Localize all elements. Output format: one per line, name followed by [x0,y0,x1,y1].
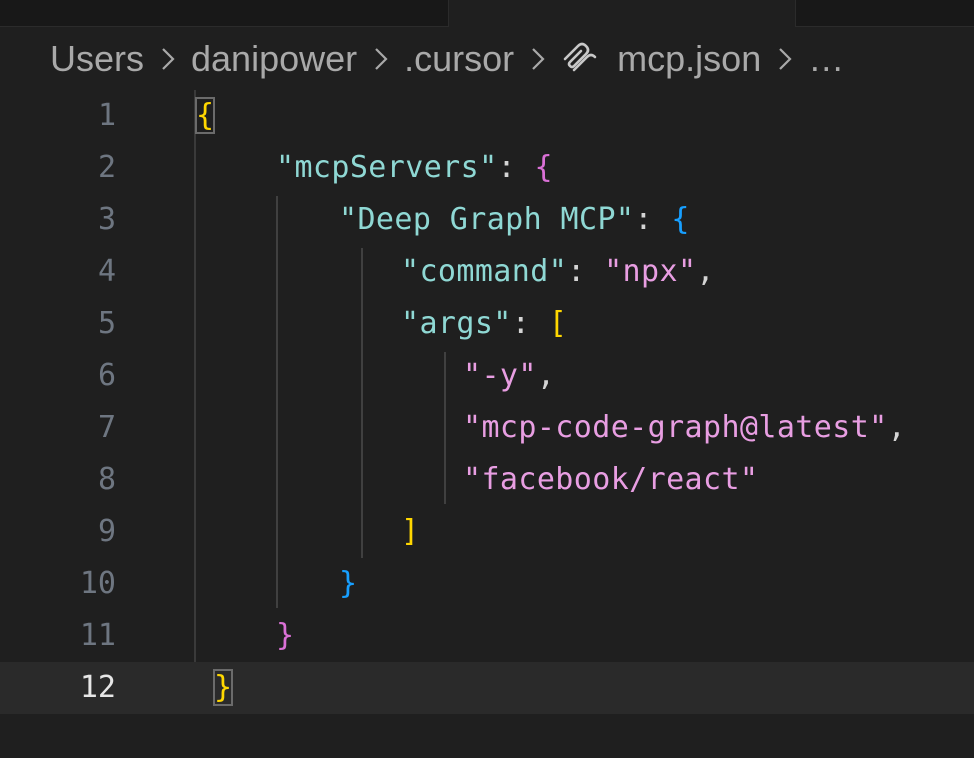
line-number: 6 [97,358,116,393]
colon: : [511,306,549,341]
json-key: "command" [401,254,568,289]
line-number: 10 [79,566,116,601]
chevron-right-icon [373,45,390,73]
code-line[interactable]: 8 "facebook/react" [0,454,974,506]
code-content: } [212,662,234,714]
colon: : [567,254,605,289]
breadcrumb-item-mcp-json[interactable]: mcp.json [617,38,761,80]
code-line[interactable]: 5 "args": [ [0,298,974,350]
comma: , [536,358,556,393]
matched-bracket: { [194,97,216,134]
code-line[interactable]: 7 "mcp-code-graph@latest", [0,402,974,454]
breadcrumb-item-cursor[interactable]: .cursor [404,38,514,80]
comma: , [696,254,715,289]
code-content: "command": "npx", [401,246,715,298]
breadcrumb-item-users[interactable]: Users [50,38,144,80]
code-content: "mcp-code-graph@latest", [463,402,906,454]
code-content: { [194,90,216,142]
comma: , [887,410,907,445]
chevron-right-icon [777,45,794,73]
code-editor[interactable]: 1 { 2 "mcpServers": { 3 "Deep Graph MCP"… [0,90,974,758]
code-line[interactable]: 10 } [0,558,974,610]
code-line[interactable]: 1 { [0,90,974,142]
tab-strip [0,0,974,27]
code-line[interactable]: 9 ] [0,506,974,558]
chevron-right-icon [160,45,177,73]
tab-mcp-json[interactable] [448,0,796,27]
colon: : [497,150,535,185]
bracket: } [339,566,358,601]
json-braces-icon [561,39,597,79]
line-number: 4 [97,254,116,289]
line-number: 9 [97,514,116,549]
code-content: "Deep Graph MCP": { [339,194,690,246]
colon: : [634,202,672,237]
line-number: 1 [97,98,116,133]
code-content: "mcpServers": { [276,142,553,194]
code-line[interactable]: 11 } [0,610,974,662]
line-number: 3 [97,202,116,237]
breadcrumb: Users danipower .cursor mcp.json … [50,38,844,80]
code-content: "-y", [463,350,555,402]
code-line[interactable]: 3 "Deep Graph MCP": { [0,194,974,246]
code-content: "args": [ [401,298,567,350]
code-content: } [339,558,357,610]
line-number: 7 [97,410,116,445]
code-line[interactable]: 2 "mcpServers": { [0,142,974,194]
code-line[interactable]: 6 "-y", [0,350,974,402]
json-string: "-y" [463,358,537,393]
bracket: { [671,202,690,237]
json-key: "mcpServers" [276,150,498,185]
chevron-right-icon [530,45,547,73]
line-number: 12 [79,670,116,705]
line-number: 8 [97,462,116,497]
code-content: ] [401,506,419,558]
bracket: ] [401,514,420,549]
code-line[interactable]: 4 "command": "npx", [0,246,974,298]
line-number: 11 [79,618,116,653]
code-line-current[interactable]: 12 } [0,662,974,714]
bracket: [ [548,306,568,341]
breadcrumb-item-more[interactable]: … [808,38,844,80]
line-number: 5 [97,306,116,341]
json-string: "facebook/react" [463,462,759,497]
code-content: "facebook/react" [463,454,758,506]
bracket: } [276,618,295,653]
bracket: { [534,150,553,185]
matched-bracket: } [212,669,234,706]
line-number: 2 [97,150,116,185]
json-string: "mcp-code-graph@latest" [463,410,888,445]
json-key: "args" [401,306,512,341]
code-content: } [276,610,294,662]
json-string: "npx" [604,254,697,289]
editor-window: Users danipower .cursor mcp.json … 1 {2… [0,0,974,758]
json-key: "Deep Graph MCP" [339,202,635,237]
breadcrumb-item-danipower[interactable]: danipower [191,38,357,80]
